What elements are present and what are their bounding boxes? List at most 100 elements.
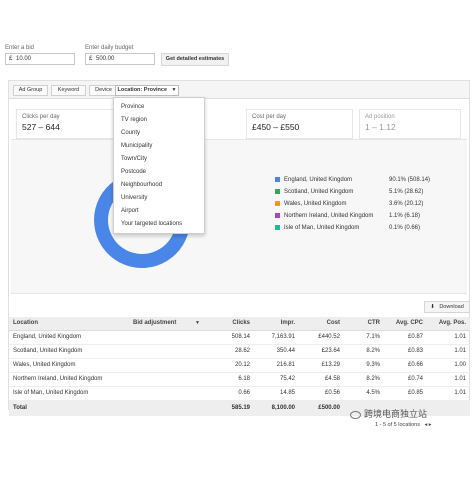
stat-clicks-value: 527 – 644 xyxy=(22,122,60,132)
legend-label: Isle of Man, United Kingdom xyxy=(284,225,360,231)
col-avg-cpc[interactable]: Avg. CPC xyxy=(384,317,427,331)
legend-label: England, United Kingdom xyxy=(284,177,353,183)
table-cell: 1.00 xyxy=(427,358,470,373)
legend-swatch xyxy=(275,200,280,206)
bid-input[interactable]: £ 10.00 xyxy=(5,53,75,65)
chevron-down-icon: ▼ xyxy=(171,87,177,93)
table-cell: £440.52 xyxy=(299,330,344,345)
bid-label: Enter a bid xyxy=(5,45,35,51)
table-header-row: Location Bid adjustment ▼ Clicks Impr. C… xyxy=(9,317,470,331)
legend-swatch xyxy=(275,224,280,230)
pagination-label: 1 - 5 of 5 locations xyxy=(375,422,420,428)
table-cell: 216.81 xyxy=(254,358,299,373)
table-cell: Northern Ireland, United Kingdom xyxy=(9,372,129,387)
table-cell: Wales, United Kingdom xyxy=(9,358,129,373)
legend-swatch xyxy=(275,188,280,194)
col-ctr[interactable]: CTR xyxy=(344,317,384,331)
col-bid-adjustment[interactable]: Bid adjustment ▼ xyxy=(129,317,204,331)
pager-next-icon[interactable]: ▸ xyxy=(429,422,432,428)
table-cell: 6.18 xyxy=(204,372,254,387)
table-cell: 1.01 xyxy=(427,344,470,359)
table-cell: 350.44 xyxy=(254,344,299,359)
tab-keyword[interactable]: Keyword xyxy=(51,85,86,96)
dropdown-item[interactable]: Postcode xyxy=(121,167,146,177)
col-avg-pos[interactable]: Avg. Pos. xyxy=(427,317,470,331)
table-cell: £0.74 xyxy=(384,372,427,387)
table-cell: 1.01 xyxy=(427,386,470,401)
legend-value: 5.1% (28.62) xyxy=(389,189,424,195)
pagination: 1 - 5 of 5 locations ◂ ▸ xyxy=(375,422,432,428)
legend-value: 3.6% (20.12) xyxy=(389,201,424,207)
legend-entry: Isle of Man, United Kingdom xyxy=(275,224,359,232)
stat-cost-title: Cost per day xyxy=(252,114,287,120)
legend-value: 0.1% (0.66) xyxy=(389,225,421,231)
get-estimates-button[interactable]: Get detailed estimates xyxy=(161,53,229,66)
dropdown-item[interactable]: Municipality xyxy=(121,141,152,151)
stat-clicks-title: Clicks per day xyxy=(22,114,60,120)
stat-ad-position[interactable]: Ad position 1 – 1.12 xyxy=(359,109,461,139)
col-location[interactable]: Location xyxy=(9,317,129,331)
location-type-dropdown: Province TV region County Municipality Town/… xyxy=(113,97,205,234)
total-cell: 585.19 xyxy=(204,400,254,416)
tab-ad-group[interactable]: Ad Group xyxy=(13,85,48,96)
total-cell xyxy=(427,400,470,416)
table-cell: £0.56 xyxy=(299,386,344,401)
pager-prev-icon[interactable]: ◂ xyxy=(424,422,427,428)
segment-tabs: Ad Group Keyword Device Location: Provin… xyxy=(9,81,469,99)
total-cell: £500.00 xyxy=(299,400,344,416)
table-cell: 7.1% xyxy=(344,330,384,345)
table-cell xyxy=(129,344,204,359)
table-row[interactable]: Northern Ireland, United Kingdom 6.18 75.4… xyxy=(9,372,470,387)
dropdown-item[interactable]: Your targeted locations xyxy=(121,219,182,229)
stat-clicks[interactable]: Clicks per day 527 – 644 xyxy=(16,109,124,139)
stat-cost[interactable]: Cost per day £450 – £550 xyxy=(246,109,353,139)
dropdown-item[interactable]: Neighbourhood xyxy=(121,180,162,190)
table-cell: 1.01 xyxy=(427,330,470,345)
dropdown-item[interactable]: Town/City xyxy=(121,154,147,164)
budget-currency: £ xyxy=(89,56,93,62)
total-cell: 8,100.00 xyxy=(254,400,299,416)
dropdown-item[interactable]: TV region xyxy=(121,115,147,125)
table-cell: 8.2% xyxy=(344,372,384,387)
legend-entry: England, United Kingdom xyxy=(275,176,352,184)
sort-down-icon: ▼ xyxy=(195,320,200,327)
tab-device[interactable]: Device xyxy=(89,85,118,96)
donut-chart-area: England, United Kingdom 90.1% (508.14) Sco… xyxy=(11,139,467,294)
table-cell xyxy=(129,330,204,345)
table-cell: 508.14 xyxy=(204,330,254,345)
col-impr[interactable]: Impr. xyxy=(254,317,299,331)
table-cell: 28.62 xyxy=(204,344,254,359)
dropdown-item[interactable]: Province xyxy=(121,102,144,112)
table-row[interactable]: Wales, United Kingdom 20.12 216.81 £13.29 9.… xyxy=(9,358,470,373)
legend-entry: Scotland, United Kingdom xyxy=(275,188,353,196)
col-bid-adjustment-label: Bid adjustment xyxy=(133,320,177,327)
table-row[interactable]: England, United Kingdom 508.14 7,163.91 £44… xyxy=(9,330,470,345)
table-row[interactable]: Isle of Man, United Kingdom 0.66 14.85 £0.5… xyxy=(9,386,470,401)
download-button[interactable]: ⬇ Download xyxy=(424,301,470,313)
table-cell: 1.01 xyxy=(427,372,470,387)
stat-position-title: Ad position xyxy=(365,114,395,120)
col-cost[interactable]: Cost xyxy=(299,317,344,331)
table-cell: 8.2% xyxy=(344,344,384,359)
table-cell: England, United Kingdom xyxy=(9,330,129,345)
table-cell: 75.42 xyxy=(254,372,299,387)
stat-position-value: 1 – 1.12 xyxy=(365,122,396,132)
dropdown-item[interactable]: University xyxy=(121,193,147,203)
budget-input[interactable]: £ 500.00 xyxy=(85,53,155,65)
table-row[interactable]: Scotland, United Kingdom 28.62 350.44 £23.6… xyxy=(9,344,470,359)
table-cell: 9.3% xyxy=(344,358,384,373)
table-cell: £0.87 xyxy=(384,330,427,345)
dropdown-item[interactable]: County xyxy=(121,128,140,138)
tab-location-province[interactable]: Location: Province ▼ xyxy=(115,85,179,96)
locations-table: Location Bid adjustment ▼ Clicks Impr. C… xyxy=(9,317,470,416)
table-cell: Isle of Man, United Kingdom xyxy=(9,386,129,401)
dropdown-item[interactable]: Airport xyxy=(121,206,139,216)
watermark-text: 跨境电商独立站 xyxy=(364,409,428,419)
col-clicks[interactable]: Clicks xyxy=(204,317,254,331)
table-cell: 20.12 xyxy=(204,358,254,373)
wechat-icon xyxy=(350,410,361,419)
table-cell: 7,163.91 xyxy=(254,330,299,345)
stat-cost-value: £450 – £550 xyxy=(252,122,300,132)
legend-value: 1.1% (6.18) xyxy=(389,213,421,219)
legend-label: Scotland, United Kingdom xyxy=(284,189,354,195)
